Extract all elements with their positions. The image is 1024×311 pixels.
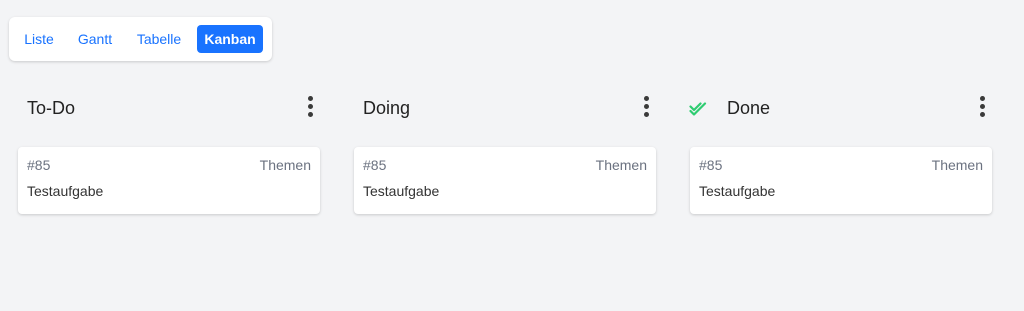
task-id: #85	[27, 157, 51, 173]
tab-tabelle[interactable]: Tabelle	[129, 25, 189, 53]
kebab-menu-icon[interactable]	[975, 96, 989, 122]
task-title: Testaufgabe	[363, 183, 440, 199]
bucket-header: To-Do	[17, 85, 321, 131]
task-title: Testaufgabe	[27, 183, 104, 199]
task-title: Testaufgabe	[699, 183, 776, 199]
kebab-menu-icon[interactable]	[639, 96, 653, 122]
tab-liste[interactable]: Liste	[17, 25, 61, 53]
task-card[interactable]: #85 Themen Testaufgabe	[18, 147, 320, 214]
bucket-title[interactable]: Doing	[363, 97, 410, 119]
task-project: Themen	[931, 157, 983, 173]
task-id: #85	[363, 157, 387, 173]
bucket-done: Done #85 Themen Testaufgabe	[689, 85, 993, 214]
bucket-header: Doing	[353, 85, 657, 131]
bucket-title[interactable]: To-Do	[27, 97, 75, 119]
kebab-menu-icon[interactable]	[303, 96, 317, 122]
bucket-header: Done	[689, 85, 993, 131]
task-project: Themen	[259, 157, 311, 173]
task-card[interactable]: #85 Themen Testaufgabe	[690, 147, 992, 214]
task-id: #85	[699, 157, 723, 173]
task-card[interactable]: #85 Themen Testaufgabe	[354, 147, 656, 214]
double-check-icon	[689, 102, 707, 116]
bucket-doing: Doing #85 Themen Testaufgabe	[353, 85, 657, 214]
tab-gantt[interactable]: Gantt	[69, 25, 121, 53]
tab-kanban[interactable]: Kanban	[197, 25, 263, 53]
bucket-title[interactable]: Done	[727, 97, 770, 119]
task-project: Themen	[595, 157, 647, 173]
bucket-todo: To-Do #85 Themen Testaufgabe	[17, 85, 321, 214]
view-switcher: Liste Gantt Tabelle Kanban	[9, 17, 272, 61]
